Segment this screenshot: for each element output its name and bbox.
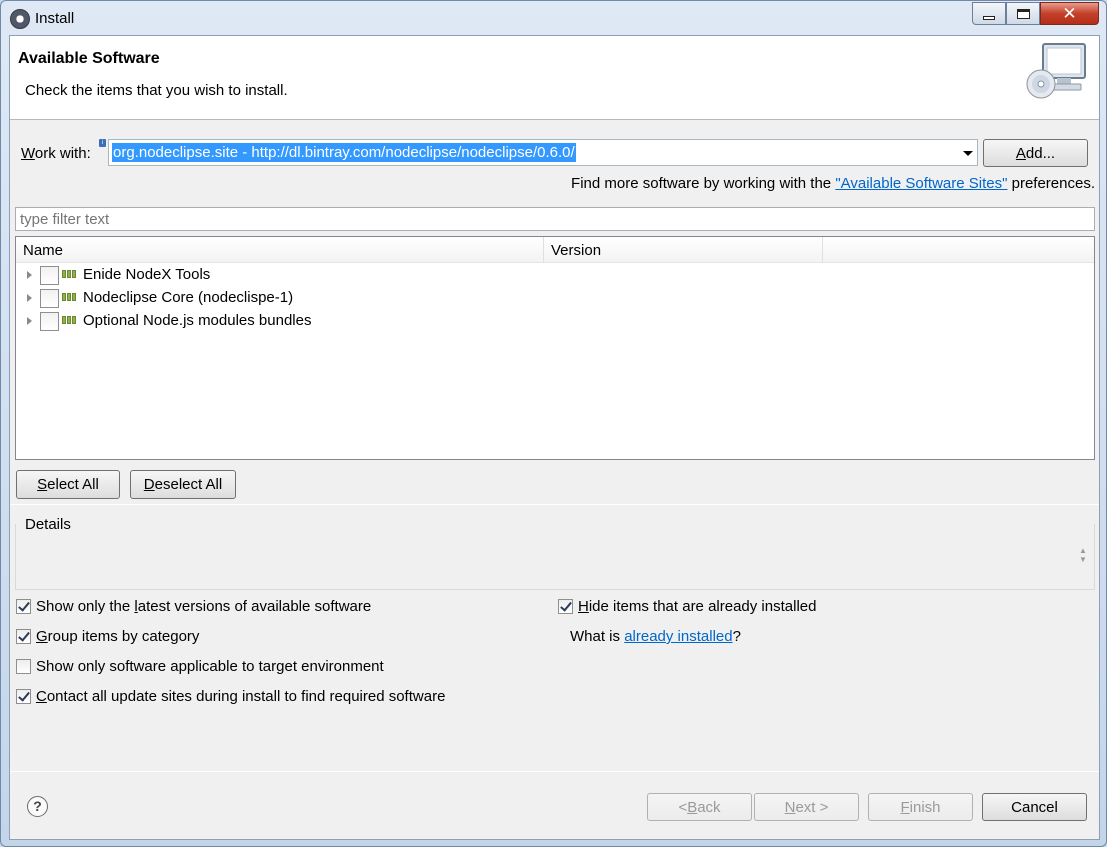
column-header-name[interactable]: Name — [16, 237, 544, 263]
item-checkbox[interactable] — [40, 266, 59, 285]
checkbox-label: Group items by category — [36, 628, 200, 645]
checkbox-checked-icon[interactable] — [16, 629, 31, 644]
checkbox-checked-icon[interactable] — [16, 599, 31, 614]
close-button[interactable]: ✕ — [1040, 2, 1099, 25]
group-by-category-checkbox[interactable]: Group items by category — [16, 628, 199, 645]
filter-input[interactable] — [16, 208, 1094, 230]
column-header-version[interactable]: Version — [544, 237, 823, 263]
tree-item[interactable]: Optional Node.js modules bundles — [16, 309, 1094, 332]
what-is-installed-text: What is already installed? — [570, 628, 741, 645]
filter-field[interactable] — [15, 207, 1095, 231]
hide-installed-checkbox[interactable]: Hide items that are already installed — [558, 598, 816, 615]
minimize-icon — [983, 15, 995, 20]
category-icon — [62, 316, 76, 324]
info-decoration-icon: i — [99, 139, 106, 147]
applicable-software-checkbox[interactable]: Show only software applicable to target … — [16, 658, 384, 675]
tree-rows: Enide NodeX Tools Nodeclipse Core (nodec… — [16, 263, 1094, 332]
checkbox-label: Show only software applicable to target … — [36, 658, 384, 675]
close-icon: ✕ — [1062, 3, 1077, 24]
work-with-combo[interactable]: org.nodeclipse.site - http://dl.bintray.… — [108, 139, 978, 166]
latest-versions-checkbox[interactable]: Show only the latest versions of availab… — [16, 598, 371, 615]
eclipse-app-icon — [10, 9, 30, 29]
help-icon[interactable]: ? — [27, 796, 48, 817]
checkbox-label: Show only the latest versions of availab… — [36, 598, 372, 615]
cancel-button[interactable]: Cancel — [982, 793, 1087, 821]
category-icon — [62, 270, 76, 278]
expand-arrow-icon[interactable] — [27, 294, 32, 302]
next-button[interactable]: Next > — [754, 793, 859, 821]
checkbox-label: Contact all update sites during install … — [36, 688, 446, 705]
tree-item-label: Optional Node.js modules bundles — [83, 312, 312, 329]
work-with-label: Work with: — [21, 145, 91, 162]
details-area: ▲ ▼ — [15, 524, 1095, 590]
checkbox-checked-icon[interactable] — [16, 689, 31, 704]
item-checkbox[interactable] — [40, 312, 59, 331]
add-site-button[interactable]: Add... — [983, 139, 1088, 167]
dropdown-arrow-icon[interactable] — [963, 151, 973, 156]
tree-item[interactable]: Nodeclipse Core (nodeclispe-1) — [16, 286, 1094, 309]
finish-button[interactable]: Finish — [868, 793, 973, 821]
find-more-text: Find more software by working with the "… — [571, 175, 1095, 192]
available-software-sites-link[interactable]: "Available Software Sites" — [835, 175, 1007, 192]
checkbox-checked-icon[interactable] — [558, 599, 573, 614]
checkbox-unchecked-icon[interactable] — [16, 659, 31, 674]
footer-divider — [10, 771, 1099, 772]
category-icon — [62, 293, 76, 301]
select-all-button[interactable]: Select All — [16, 470, 120, 499]
already-installed-link[interactable]: already installed — [624, 628, 732, 645]
item-checkbox[interactable] — [40, 289, 59, 308]
minimize-button[interactable] — [972, 2, 1006, 25]
tree-item[interactable]: Enide NodeX Tools — [16, 263, 1094, 286]
maximize-button[interactable] — [1006, 2, 1040, 25]
work-with-value[interactable]: org.nodeclipse.site - http://dl.bintray.… — [112, 143, 576, 162]
expand-arrow-icon[interactable] — [27, 317, 32, 325]
scroll-spinner-icon[interactable]: ▲ ▼ — [1078, 546, 1088, 564]
expand-arrow-icon[interactable] — [27, 271, 32, 279]
software-tree[interactable]: Name Version Enide NodeX Tools Nodeclips… — [15, 236, 1095, 460]
checkbox-label: Hide items that are already installed — [578, 598, 817, 615]
details-label: Details — [25, 516, 71, 533]
install-window: Install ✕ Available Software Check the i… — [0, 0, 1107, 847]
window-title: Install — [35, 10, 75, 27]
page-description: Check the items that you wish to install… — [25, 82, 288, 99]
install-computer-icon — [1026, 43, 1086, 99]
title-bar[interactable]: Install ✕ — [1, 1, 1106, 35]
deselect-all-button[interactable]: Deselect All — [130, 470, 236, 499]
back-button[interactable]: < Back — [647, 793, 752, 821]
contact-update-sites-checkbox[interactable]: Contact all update sites during install … — [16, 688, 445, 705]
tree-item-label: Enide NodeX Tools — [83, 266, 211, 283]
divider — [10, 504, 1099, 505]
tree-item-label: Nodeclipse Core (nodeclispe-1) — [83, 289, 294, 306]
tree-header: Name Version — [16, 237, 1094, 263]
dialog-body: Available Software Check the items that … — [9, 35, 1100, 840]
page-title: Available Software — [18, 50, 160, 67]
wizard-header: Available Software Check the items that … — [10, 36, 1099, 120]
maximize-icon — [1016, 8, 1030, 19]
